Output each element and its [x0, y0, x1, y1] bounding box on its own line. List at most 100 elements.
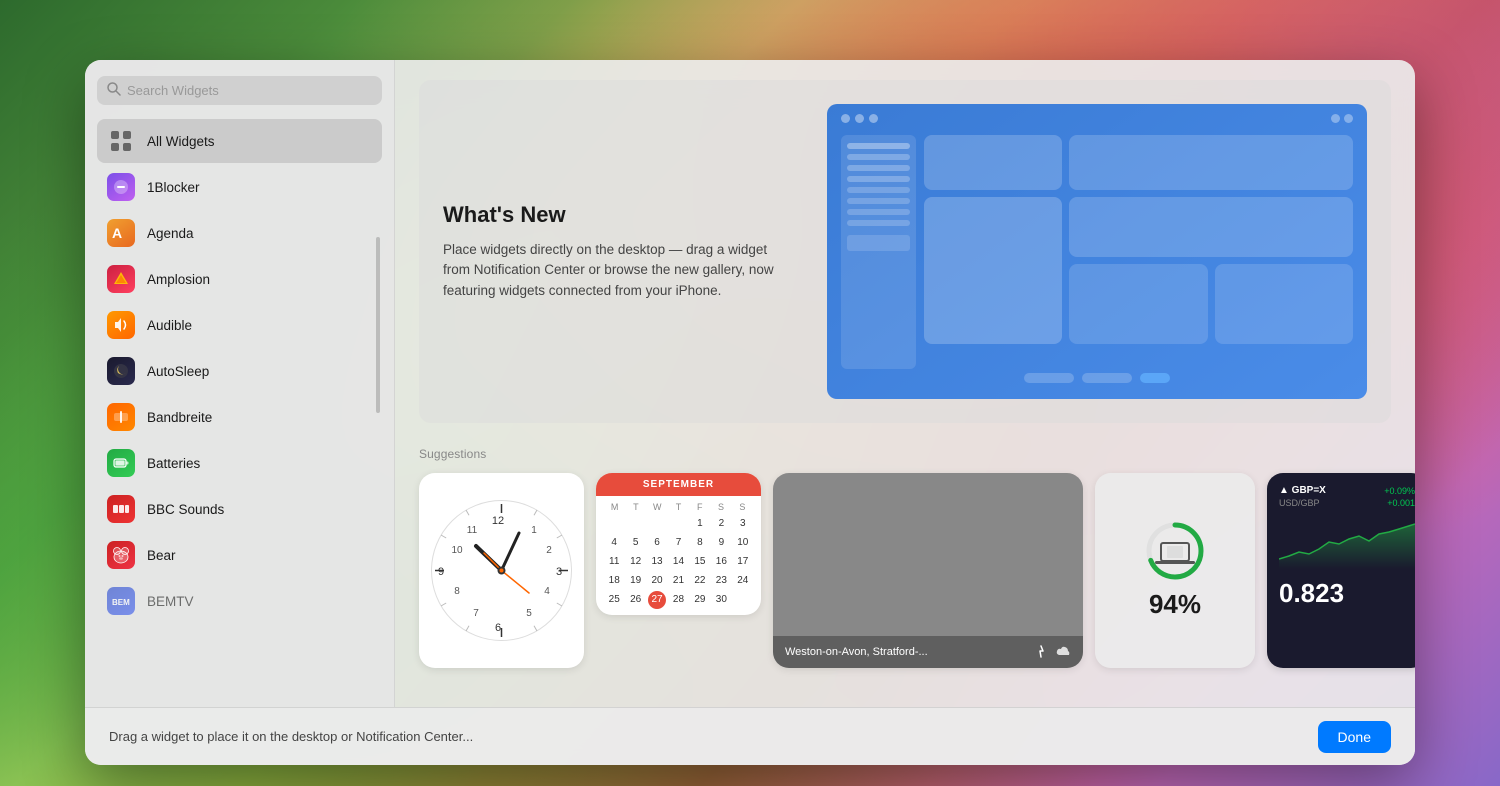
sidebar-item-bbc-sounds[interactable]: BBC Sounds: [97, 487, 382, 531]
preview-bottom-bar: [837, 373, 1357, 389]
preview-sidebar-row: [847, 187, 910, 193]
panel-body: All Widgets 1Blocker A Agen: [85, 60, 1415, 707]
calendar-grid: M T W T F S S: [596, 496, 761, 615]
preview-dot-r2: [1344, 114, 1353, 123]
all-widgets-icon: [107, 127, 135, 155]
preview-dot-3: [869, 114, 878, 123]
sidebar-item-agenda[interactable]: A Agenda: [97, 211, 382, 255]
cal-day-26: 26: [625, 590, 645, 609]
cal-day-15: 15: [690, 552, 710, 571]
sidebar-item-amplosion[interactable]: Amplosion: [97, 257, 382, 301]
cal-day-4: 4: [604, 533, 624, 552]
sidebar-item-label-autosleep: AutoSleep: [147, 364, 209, 379]
dow-m: M: [604, 502, 625, 512]
cal-day-12: 12: [625, 552, 645, 571]
widget-battery[interactable]: 94%: [1095, 473, 1255, 668]
stock-label: USD/GBP: [1279, 498, 1320, 508]
cal-day-25: 25: [604, 590, 624, 609]
sidebar-item-bandbreite[interactable]: Bandbreite: [97, 395, 382, 439]
cal-day-30: 30: [711, 590, 731, 609]
preview-sidebar-row: [847, 154, 910, 160]
preview-widget-grid: [924, 135, 1353, 369]
preview-bottom-item: [1140, 373, 1170, 383]
widget-gallery-panel: All Widgets 1Blocker A Agen: [85, 60, 1415, 765]
stock-price: 0.823: [1279, 578, 1415, 609]
sidebar-item-batteries[interactable]: Batteries: [97, 441, 382, 485]
stock-header: ▲ GBP=X +0.09%: [1279, 485, 1415, 496]
calendar-week-5: 25 26 27 28 29 30: [604, 590, 753, 609]
preview-sidebar-row: [847, 176, 910, 182]
whats-new-text: What's New Place widgets directly on the…: [443, 202, 803, 301]
svg-text:9: 9: [438, 566, 444, 578]
svg-text:10: 10: [451, 545, 463, 556]
search-icon: [107, 82, 121, 99]
cal-day-11: 11: [604, 552, 624, 571]
sidebar-item-label-bear: Bear: [147, 548, 176, 563]
dow-t: T: [625, 502, 646, 512]
bottom-hint-text: Drag a widget to place it on the desktop…: [109, 729, 473, 744]
svg-text:11: 11: [467, 525, 478, 536]
preview-sidebar-btn: [847, 235, 910, 251]
cal-day-20: 20: [647, 571, 667, 590]
cal-day-19: 19: [625, 571, 645, 590]
main-content: What's New Place widgets directly on the…: [395, 60, 1415, 707]
cal-empty: [733, 590, 753, 609]
cal-day-27-today: 27: [648, 591, 666, 609]
cal-day-28: 28: [668, 590, 688, 609]
sidebar-item-all-widgets[interactable]: All Widgets: [97, 119, 382, 163]
sidebar-list: All Widgets 1Blocker A Agen: [97, 119, 382, 625]
cal-empty: [668, 514, 688, 533]
calendar-week-4: 18 19 20 21 22 23 24: [604, 571, 753, 590]
cal-day-1: 1: [690, 514, 710, 533]
sidebar-item-1blocker[interactable]: 1Blocker: [97, 165, 382, 209]
preview-dot-r1: [1331, 114, 1340, 123]
battery-percentage: 94%: [1149, 589, 1201, 620]
dow-t2: T: [668, 502, 689, 512]
sidebar-item-autosleep[interactable]: AutoSleep: [97, 349, 382, 393]
widget-stock[interactable]: ▲ GBP=X +0.09% USD/GBP +0.001: [1267, 473, 1415, 668]
sidebar-scrollbar[interactable]: [376, 237, 380, 413]
icon-amplosion: [107, 265, 135, 293]
whats-new-banner: What's New Place widgets directly on the…: [419, 80, 1391, 423]
cal-day-16: 16: [711, 552, 731, 571]
cal-day-29: 29: [690, 590, 710, 609]
svg-text:2: 2: [546, 545, 552, 556]
calendar-week-1: 1 2 3: [604, 514, 753, 533]
preview-sidebar-row: [847, 209, 910, 215]
sidebar-item-label-all-widgets: All Widgets: [147, 134, 215, 149]
widget-clock[interactable]: 12 3 6 9 1 2 4 5 7 8 10 11: [419, 473, 584, 668]
widget-weather[interactable]: Weston-on-Avon, Stratford-...: [773, 473, 1083, 668]
cal-day-24: 24: [733, 571, 753, 590]
search-bar[interactable]: [97, 76, 382, 105]
whats-new-description: Place widgets directly on the desktop — …: [443, 240, 783, 301]
search-input[interactable]: [127, 83, 372, 98]
battery-circle-chart: [1145, 521, 1205, 581]
icon-autosleep: [107, 357, 135, 385]
icon-bbc-sounds: [107, 495, 135, 523]
clock-face: 12 3 6 9 1 2 4 5 7 8 10 11: [429, 498, 574, 643]
sidebar-item-bemtv[interactable]: BEM BEMTV: [97, 579, 382, 623]
cal-day-10: 10: [733, 533, 753, 552]
preview-widget: [1069, 135, 1353, 190]
whats-new-preview-image: [827, 104, 1367, 399]
icon-bandbreite: [107, 403, 135, 431]
done-button[interactable]: Done: [1318, 721, 1391, 753]
preview-widget: [1069, 264, 1207, 344]
weather-cloud-icon: [1055, 644, 1071, 660]
sidebar: All Widgets 1Blocker A Agen: [85, 60, 395, 707]
icon-bear: [107, 541, 135, 569]
widget-calendar[interactable]: SEPTEMBER M T W T F S S: [596, 473, 761, 615]
svg-text:6: 6: [495, 622, 501, 634]
cal-day-9: 9: [711, 533, 731, 552]
sidebar-item-audible[interactable]: Audible: [97, 303, 382, 347]
sidebar-item-label-audible: Audible: [147, 318, 192, 333]
calendar-days-of-week: M T W T F S S: [604, 502, 753, 512]
sidebar-item-bear[interactable]: Bear: [97, 533, 382, 577]
cal-day-14: 14: [668, 552, 688, 571]
weather-bottom-bar: Weston-on-Avon, Stratford-...: [773, 636, 1083, 668]
preview-widget: [1215, 264, 1353, 344]
svg-text:A: A: [112, 225, 122, 241]
preview-titlebar: [837, 114, 1357, 123]
icon-bemtv: BEM: [107, 587, 135, 615]
cal-day-18: 18: [604, 571, 624, 590]
